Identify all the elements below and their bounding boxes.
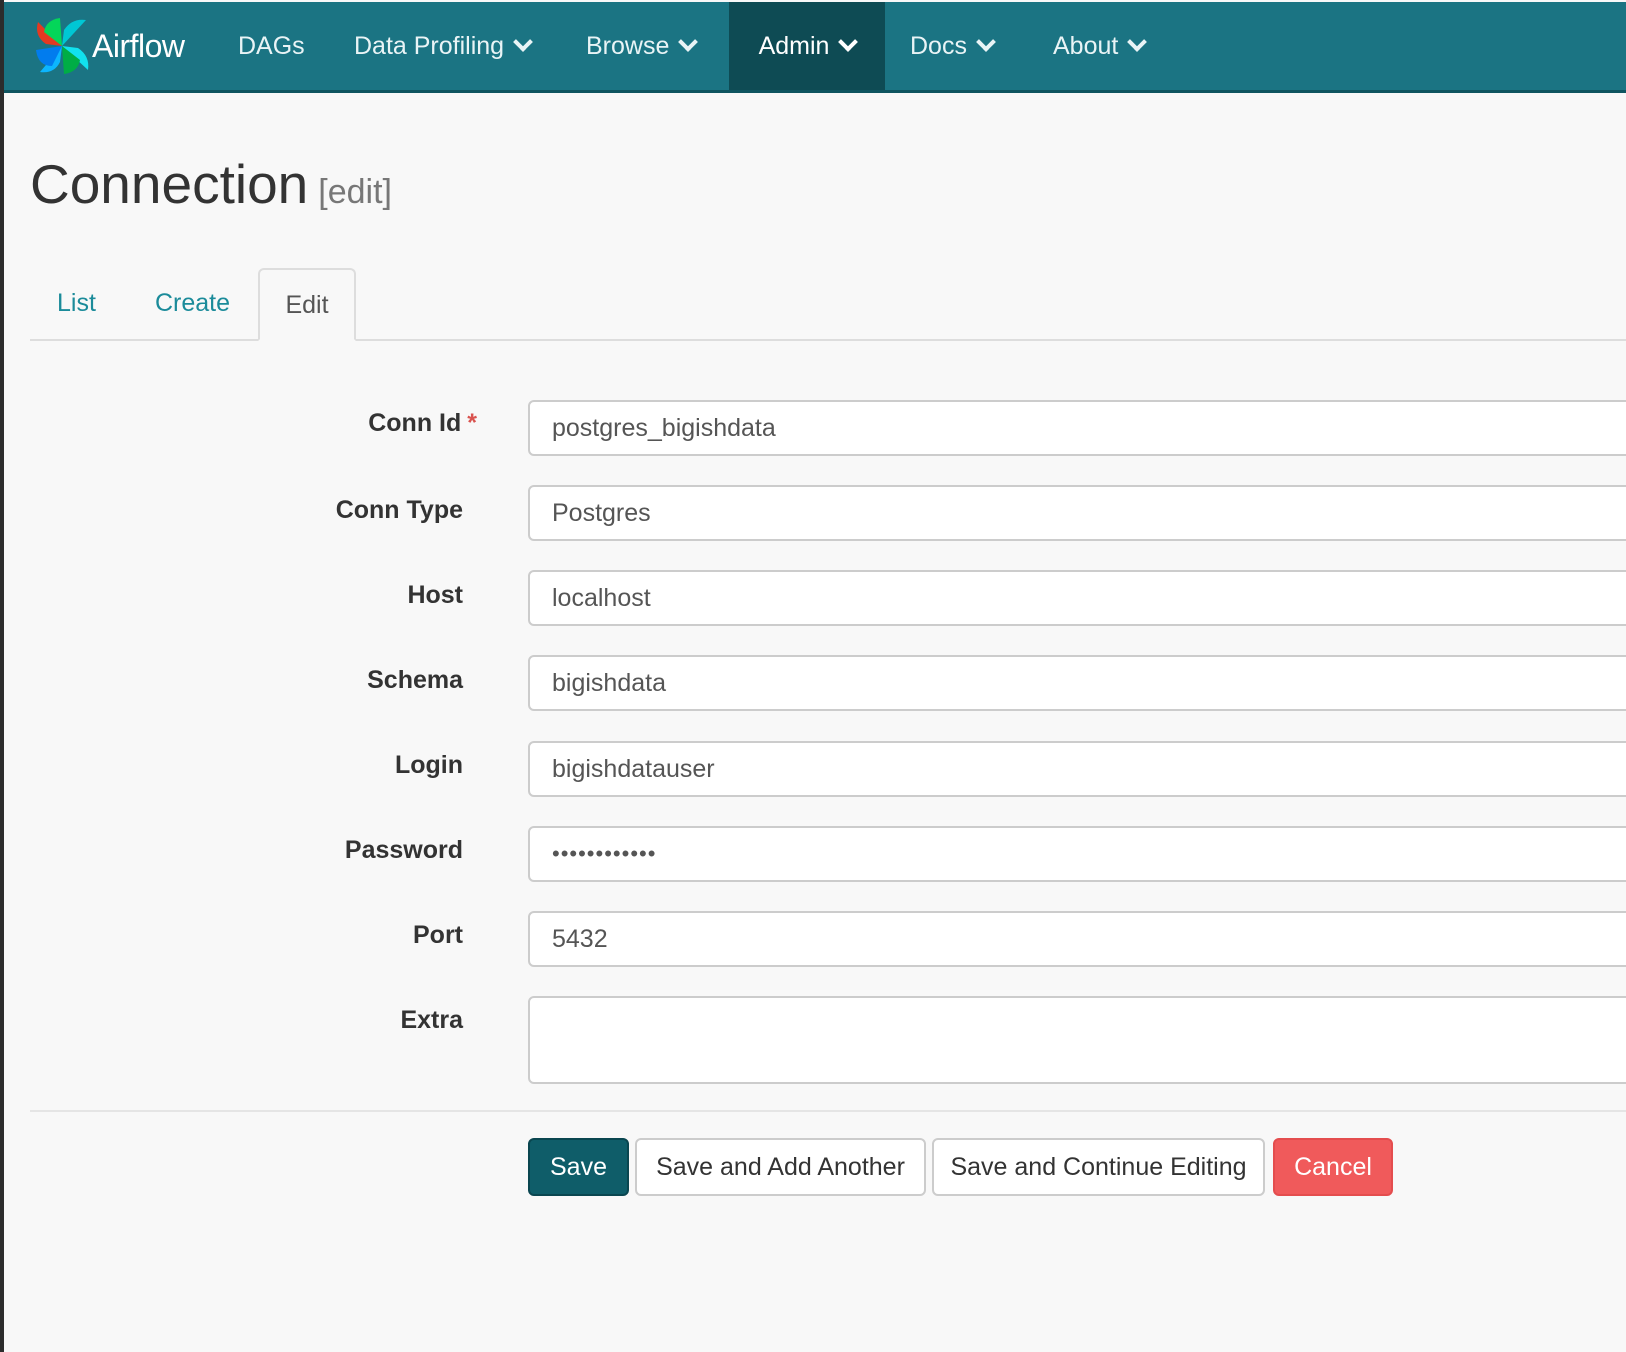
conn-id-label-value: Conn Id xyxy=(368,409,462,437)
airflow-logo-icon xyxy=(36,18,89,74)
conn-id-label: Conn Id * xyxy=(0,409,483,449)
extra-textarea[interactable] xyxy=(528,996,1626,1084)
extra-label: Extra xyxy=(0,1006,483,1046)
nav-admin[interactable]: Admin xyxy=(729,2,885,90)
schema-label: Schema xyxy=(0,666,483,706)
chevron-down-icon xyxy=(678,32,699,52)
conn-type-label-text: Conn Type xyxy=(335,496,463,524)
login-input[interactable]: bigishdatauser xyxy=(528,741,1626,797)
tab-list[interactable]: List xyxy=(57,268,96,339)
port-label: Port xyxy=(0,921,483,961)
nav-data-profiling[interactable]: Data Profiling xyxy=(354,2,533,90)
cancel-button[interactable]: Cancel xyxy=(1273,1138,1393,1196)
host-input[interactable]: localhost xyxy=(528,570,1626,626)
nav-about-label: About xyxy=(1053,31,1119,60)
login-label-text: Login xyxy=(394,751,463,779)
nav-docs[interactable]: Docs xyxy=(910,2,996,90)
chevron-down-icon xyxy=(1127,32,1148,52)
tab-edit[interactable]: Edit xyxy=(258,268,356,341)
save-and-add-another-button[interactable]: Save and Add Another xyxy=(635,1138,926,1196)
required-marker: * xyxy=(467,409,477,437)
form-divider xyxy=(30,1110,1626,1112)
save-and-continue-editing-button[interactable]: Save and Continue Editing xyxy=(932,1138,1265,1196)
nav-dags[interactable]: DAGs xyxy=(238,2,305,90)
nav-admin-label: Admin xyxy=(758,31,830,60)
nav-docs-label: Docs xyxy=(910,31,967,60)
chevron-down-icon xyxy=(976,32,996,52)
brand-name: Airflow xyxy=(92,27,185,64)
password-label: Password xyxy=(0,836,483,876)
save-button[interactable]: Save xyxy=(528,1138,629,1196)
page-title: Connection [edit] xyxy=(30,152,392,216)
conn-id-input[interactable]: postgres_bigishdata xyxy=(528,400,1626,456)
conn-type-label: Conn Type xyxy=(0,496,483,536)
brand-link[interactable]: Airflow xyxy=(32,16,185,76)
nav-browse-label: Browse xyxy=(586,31,670,60)
extra-label-text: Extra xyxy=(400,1006,463,1034)
nav-browse[interactable]: Browse xyxy=(586,2,699,90)
schema-input[interactable]: bigishdata xyxy=(528,655,1626,711)
page-subtitle: [edit] xyxy=(318,173,392,211)
login-label: Login xyxy=(0,751,483,791)
password-input[interactable]: •••••••••••• xyxy=(528,826,1626,882)
password-label-text: Password xyxy=(344,836,463,864)
nav-about[interactable]: About xyxy=(1053,2,1148,90)
schema-label-text: Schema xyxy=(367,666,463,694)
port-input[interactable]: 5432 xyxy=(528,911,1626,967)
tab-create[interactable]: Create xyxy=(155,268,230,339)
host-label: Host xyxy=(0,581,483,621)
conn-type-select[interactable]: Postgres xyxy=(528,485,1626,541)
chevron-down-icon xyxy=(513,32,533,52)
tab-bar: List Create Edit xyxy=(30,268,1626,341)
host-label-text: Host xyxy=(407,581,463,609)
nav-data-profiling-label: Data Profiling xyxy=(354,31,505,60)
nav-dags-label: DAGs xyxy=(238,31,305,60)
chevron-down-icon xyxy=(838,32,859,52)
conn-id-label-text: Conn Id * xyxy=(368,409,477,438)
page-title-text: Connection xyxy=(30,153,309,215)
top-navbar: Airflow DAGs Data Profiling Browse Admin… xyxy=(4,2,1626,93)
port-label-text: Port xyxy=(413,921,463,949)
